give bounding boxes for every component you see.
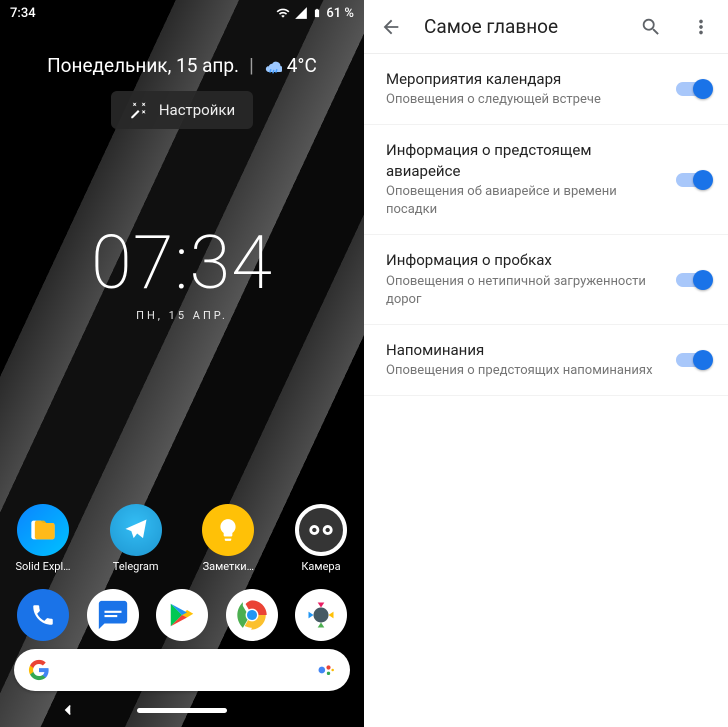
solid-explorer-icon [17, 504, 69, 556]
glance-date: Понедельник, 15 апр. [47, 54, 239, 77]
navigation-bar [0, 693, 364, 727]
glance-temp: 4°C [287, 54, 317, 77]
item-title: Мероприятия календаря [386, 69, 658, 89]
home-pill[interactable] [137, 708, 227, 713]
item-subtitle: Оповещения о нетипичной загруженности до… [386, 273, 658, 309]
item-title: Информация о пробках [386, 250, 658, 270]
back-icon[interactable] [59, 701, 77, 719]
toggle-switch[interactable] [676, 353, 710, 367]
app-label: Telegram [113, 560, 159, 573]
item-subtitle: Оповещения о следующей встрече [386, 91, 658, 109]
clock-date: ПН, 15 АПР. [0, 309, 364, 322]
search-button[interactable] [634, 10, 668, 44]
settings-screen: Самое главное Мероприятия календаря Опов… [364, 0, 728, 727]
signal-icon [294, 6, 308, 20]
status-time: 7:34 [10, 6, 36, 21]
dock-phone[interactable] [12, 589, 74, 641]
settings-header: Самое главное [364, 0, 728, 54]
camera-icon [295, 504, 347, 556]
item-subtitle: Оповещения об авиарейсе и времени посадк… [386, 183, 658, 219]
glance-separator: | [249, 54, 254, 77]
camera2-icon [295, 589, 347, 641]
dock [0, 589, 364, 641]
settings-title: Самое главное [424, 15, 618, 38]
chrome-icon [226, 589, 278, 641]
google-g-icon [28, 659, 50, 681]
more-vert-icon [690, 16, 712, 38]
at-a-glance-widget[interactable]: Понедельник, 15 апр. | 4°C Настройки [0, 54, 364, 129]
settings-item-flight-info[interactable]: Информация о предстоящем авиарейсе Опове… [364, 125, 728, 235]
settings-list: Мероприятия календаря Оповещения о следу… [364, 54, 728, 727]
glance-weather[interactable]: 4°C [264, 54, 317, 77]
item-title: Информация о предстоящем авиарейсе [386, 140, 658, 181]
settings-item-calendar-events[interactable]: Мероприятия календаря Оповещения о следу… [364, 54, 728, 125]
dock-messages[interactable] [82, 589, 144, 641]
status-battery: 61 % [326, 6, 354, 21]
notes-icon [202, 504, 254, 556]
app-camera[interactable]: Камера [290, 504, 352, 573]
dock-camera[interactable] [290, 589, 352, 641]
dock-chrome[interactable] [221, 589, 283, 641]
toggle-switch[interactable] [676, 82, 710, 96]
app-notes[interactable]: Заметки… [197, 504, 259, 573]
weather-rain-icon [264, 57, 282, 75]
item-subtitle: Оповещения о предстоящих напоминаниях [386, 362, 658, 380]
magic-wand-icon [129, 101, 147, 119]
app-telegram[interactable]: Telegram [105, 504, 167, 573]
play-store-icon [156, 589, 208, 641]
app-label: Заметки… [203, 560, 254, 573]
messages-icon [87, 589, 139, 641]
phone-home-screen: 7:34 61 % Понедельник, 15 апр. | 4°C Нас… [0, 0, 364, 727]
battery-icon [312, 6, 322, 20]
app-row: Solid Expl… Telegram Заметки… Камера [0, 504, 364, 573]
phone-icon [17, 589, 69, 641]
toggle-switch[interactable] [676, 173, 710, 187]
item-title: Напоминания [386, 340, 658, 360]
dock-play-store[interactable] [151, 589, 213, 641]
back-button[interactable] [374, 10, 408, 44]
glance-settings-chip[interactable]: Настройки [111, 91, 253, 129]
toggle-switch[interactable] [676, 273, 710, 287]
app-solid-explorer[interactable]: Solid Expl… [12, 504, 74, 573]
overflow-button[interactable] [684, 10, 718, 44]
app-label: Камера [301, 560, 340, 573]
settings-item-reminders[interactable]: Напоминания Оповещения о предстоящих нап… [364, 325, 728, 396]
arrow-back-icon [380, 16, 402, 38]
app-label: Solid Expl… [15, 560, 70, 573]
wifi-icon [276, 6, 290, 20]
search-icon [640, 16, 662, 38]
status-bar: 7:34 61 % [0, 0, 364, 26]
settings-item-traffic[interactable]: Информация о пробках Оповещения о нетипи… [364, 235, 728, 325]
google-search-bar[interactable] [14, 649, 350, 691]
glance-chip-label: Настройки [159, 101, 235, 119]
clock-time: 07:34 [0, 220, 364, 307]
telegram-icon [110, 504, 162, 556]
assistant-icon[interactable] [316, 660, 336, 680]
clock-widget[interactable]: 07:34 ПН, 15 АПР. [0, 220, 364, 322]
